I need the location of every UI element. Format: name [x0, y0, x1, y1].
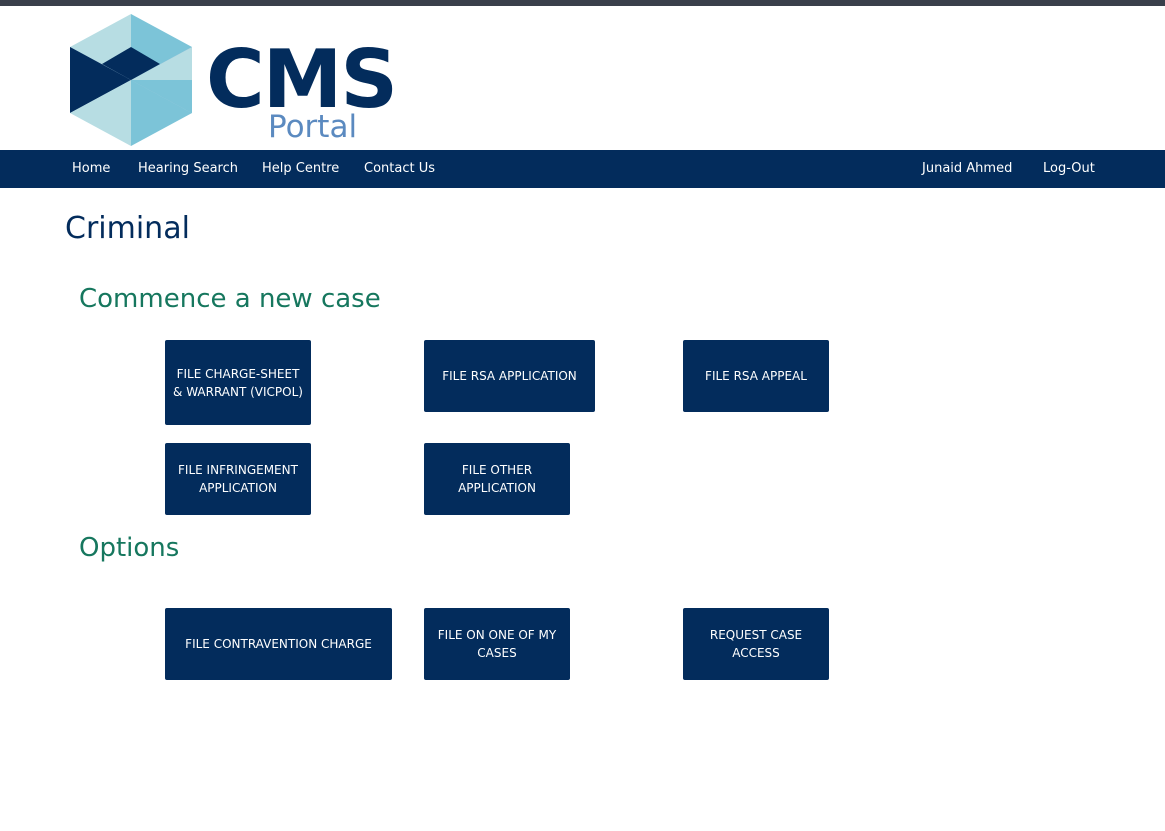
file-other-application-button[interactable]: FILE OTHER APPLICATION — [424, 443, 570, 515]
request-case-access-label: REQUEST CASE ACCESS — [709, 628, 803, 660]
file-rsa-application-label: FILE RSA APPLICATION — [442, 369, 577, 383]
file-rsa-application-button[interactable]: FILE RSA APPLICATION — [424, 340, 595, 412]
page-title: Criminal — [65, 211, 190, 246]
nav-contact-us[interactable]: Contact Us — [364, 150, 435, 188]
logo-portal-text: Portal — [268, 109, 358, 145]
file-contravention-charge-button[interactable]: FILE CONTRAVENTION CHARGE — [165, 608, 392, 680]
file-rsa-appeal-button[interactable]: FILE RSA APPEAL — [683, 340, 829, 412]
request-case-access-button[interactable]: REQUEST CASE ACCESS — [683, 608, 829, 680]
section-title-options: Options — [79, 533, 180, 563]
file-charge-sheet-warrant-button[interactable]: FILE CHARGE-SHEET & WARRANT (VICPOL) — [165, 340, 311, 425]
file-charge-sheet-warrant-label: FILE CHARGE-SHEET & WARRANT (VICPOL) — [173, 366, 303, 399]
section-title-commence: Commence a new case — [79, 284, 381, 314]
file-infringement-application-button[interactable]: FILE INFRINGEMENT APPLICATION — [165, 443, 311, 515]
logo-cms-text: CMS — [206, 33, 398, 126]
nav-help-centre[interactable]: Help Centre — [262, 150, 339, 188]
nav-user-name[interactable]: Junaid Ahmed — [922, 150, 1012, 188]
file-contravention-charge-label: FILE CONTRAVENTION CHARGE — [185, 637, 372, 651]
nav-hearing-search[interactable]: Hearing Search — [138, 150, 238, 188]
file-infringement-application-label: FILE INFRINGEMENT APPLICATION — [178, 463, 298, 495]
cms-hexagon-logo-icon — [70, 14, 192, 146]
main-navigation: Home Hearing Search Help Centre Contact … — [0, 150, 1165, 188]
file-on-my-case-label: FILE ON ONE OF MY CASES — [437, 628, 557, 660]
nav-home[interactable]: Home — [72, 150, 110, 188]
nav-logout[interactable]: Log-Out — [1043, 150, 1095, 188]
top-strip — [0, 0, 1165, 6]
file-on-my-case-button[interactable]: FILE ON ONE OF MY CASES — [424, 608, 570, 680]
file-other-application-label: FILE OTHER APPLICATION — [458, 463, 536, 495]
file-rsa-appeal-label: FILE RSA APPEAL — [705, 369, 807, 383]
cms-portal-logo[interactable]: CMS Portal — [70, 14, 410, 146]
